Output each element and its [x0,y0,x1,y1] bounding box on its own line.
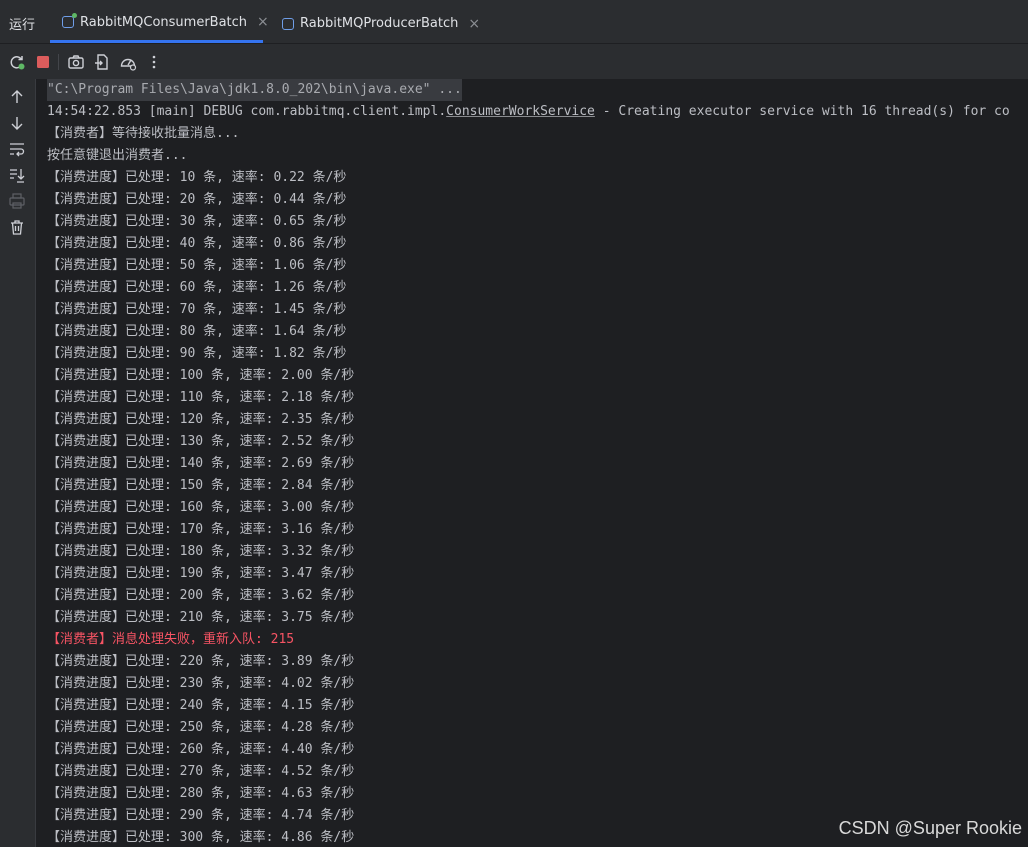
progress-log-line: 【消费进度】已处理: 130 条, 速率: 2.52 条/秒 [47,434,355,449]
progress-log-line: 【消费进度】已处理: 40 条, 速率: 0.86 条/秒 [47,236,347,251]
progress-log-line: 【消费进度】已处理: 140 条, 速率: 2.69 条/秒 [47,456,355,471]
progress-log-line: 【消费进度】已处理: 240 条, 速率: 4.15 条/秒 [47,698,355,713]
trash-icon[interactable] [8,218,26,236]
debug-log-suffix: - Creating executor service with 16 thre… [594,104,1010,119]
progress-log-line: 【消费进度】已处理: 230 条, 速率: 4.02 条/秒 [47,676,355,691]
watermark: CSDN @Super Rookie [838,818,1022,838]
tab-rabbitmq-consumer-batch[interactable]: RabbitMQConsumerBatch × [50,4,269,43]
run-toolbar [0,44,1028,79]
progress-log-line: 【消费进度】已处理: 70 条, 速率: 1.45 条/秒 [47,302,347,317]
ide-run-window: 运行 RabbitMQConsumerBatch × RabbitMQProdu… [0,0,1028,847]
progress-log-line: 【消费进度】已处理: 250 条, 速率: 4.28 条/秒 [47,720,355,735]
run-tab-bar: 运行 RabbitMQConsumerBatch × RabbitMQProdu… [0,0,1028,44]
progress-log-line: 【消费进度】已处理: 90 条, 速率: 1.82 条/秒 [47,346,347,361]
waiting-message: 【消费者】等待接收批量消息... [47,126,240,141]
scroll-to-end-icon[interactable] [8,166,26,184]
progress-log-line: 【消费进度】已处理: 50 条, 速率: 1.06 条/秒 [47,258,347,273]
more-vertical-icon[interactable] [145,53,163,71]
stop-icon[interactable] [34,53,52,71]
progress-log-line: 【消费进度】已处理: 120 条, 速率: 2.35 条/秒 [47,412,355,427]
progress-log-line: 【消费进度】已处理: 260 条, 速率: 4.40 条/秒 [47,742,355,757]
soft-wrap-icon[interactable] [8,140,26,158]
speedometer-icon[interactable] [119,53,137,71]
console-side-toolbar [0,79,36,847]
progress-log-line: 【消费进度】已处理: 210 条, 速率: 3.75 条/秒 [47,610,355,625]
error-message: 【消费者】消息处理失败，重新入队: 215 [47,632,295,647]
rerun-icon[interactable] [8,53,26,71]
progress-log-line: 【消费进度】已处理: 280 条, 速率: 4.63 条/秒 [47,786,355,801]
camera-icon[interactable] [67,53,85,71]
progress-log-line: 【消费进度】已处理: 160 条, 速率: 3.00 条/秒 [47,500,355,515]
progress-log-line: 【消费进度】已处理: 270 条, 速率: 4.52 条/秒 [47,764,355,779]
print-icon[interactable] [8,192,26,210]
java-class-running-icon [62,13,77,28]
progress-log-line: 【消费进度】已处理: 110 条, 速率: 2.18 条/秒 [47,390,355,405]
console-output[interactable]: "C:\Program Files\Java\jdk1.8.0_202\bin\… [36,79,1028,847]
debug-log-prefix: 14:54:22.853 [main] DEBUG com.rabbitmq.c… [47,104,447,119]
java-command-line: "C:\Program Files\Java\jdk1.8.0_202\bin\… [47,79,462,101]
press-key-message: 按任意键退出消费者... [47,148,188,163]
tab-label: RabbitMQProducerBatch [300,16,459,31]
export-icon[interactable] [93,53,111,71]
progress-log-line: 【消费进度】已处理: 300 条, 速率: 4.86 条/秒 [47,830,355,845]
progress-log-line: 【消费进度】已处理: 20 条, 速率: 0.44 条/秒 [47,192,347,207]
progress-log-line: 【消费进度】已处理: 190 条, 速率: 3.47 条/秒 [47,566,355,581]
progress-log-line: 【消费进度】已处理: 290 条, 速率: 4.74 条/秒 [47,808,355,823]
arrow-down-icon[interactable] [8,114,26,132]
java-class-icon [282,17,294,30]
progress-log-line: 【消费进度】已处理: 220 条, 速率: 3.89 条/秒 [47,654,355,669]
run-panel-title: 运行 [9,18,36,33]
progress-log-line: 【消费进度】已处理: 10 条, 速率: 0.22 条/秒 [47,170,347,185]
class-link[interactable]: ConsumerWorkService [446,104,595,119]
tab-label: RabbitMQConsumerBatch [80,14,248,30]
progress-log-line: 【消费进度】已处理: 60 条, 速率: 1.26 条/秒 [47,280,347,295]
arrow-up-icon[interactable] [8,88,26,106]
close-icon[interactable]: × [468,17,480,31]
progress-log-line: 【消费进度】已处理: 180 条, 速率: 3.32 条/秒 [47,544,355,559]
debug-log-line: 14:54:22.853 [main] DEBUG com.rabbitmq.c… [47,101,1010,123]
progress-log-line: 【消费进度】已处理: 80 条, 速率: 1.64 条/秒 [47,324,347,339]
progress-log-line: 【消费进度】已处理: 150 条, 速率: 2.84 条/秒 [47,478,355,493]
progress-log-line: 【消费进度】已处理: 200 条, 速率: 3.62 条/秒 [47,588,355,603]
close-icon[interactable]: × [257,15,269,29]
tab-rabbitmq-producer-batch[interactable]: RabbitMQProducerBatch × [270,4,480,43]
progress-log-line: 【消费进度】已处理: 170 条, 速率: 3.16 条/秒 [47,522,355,537]
progress-log-line: 【消费进度】已处理: 30 条, 速率: 0.65 条/秒 [47,214,347,229]
progress-log-line: 【消费进度】已处理: 100 条, 速率: 2.00 条/秒 [47,368,355,383]
